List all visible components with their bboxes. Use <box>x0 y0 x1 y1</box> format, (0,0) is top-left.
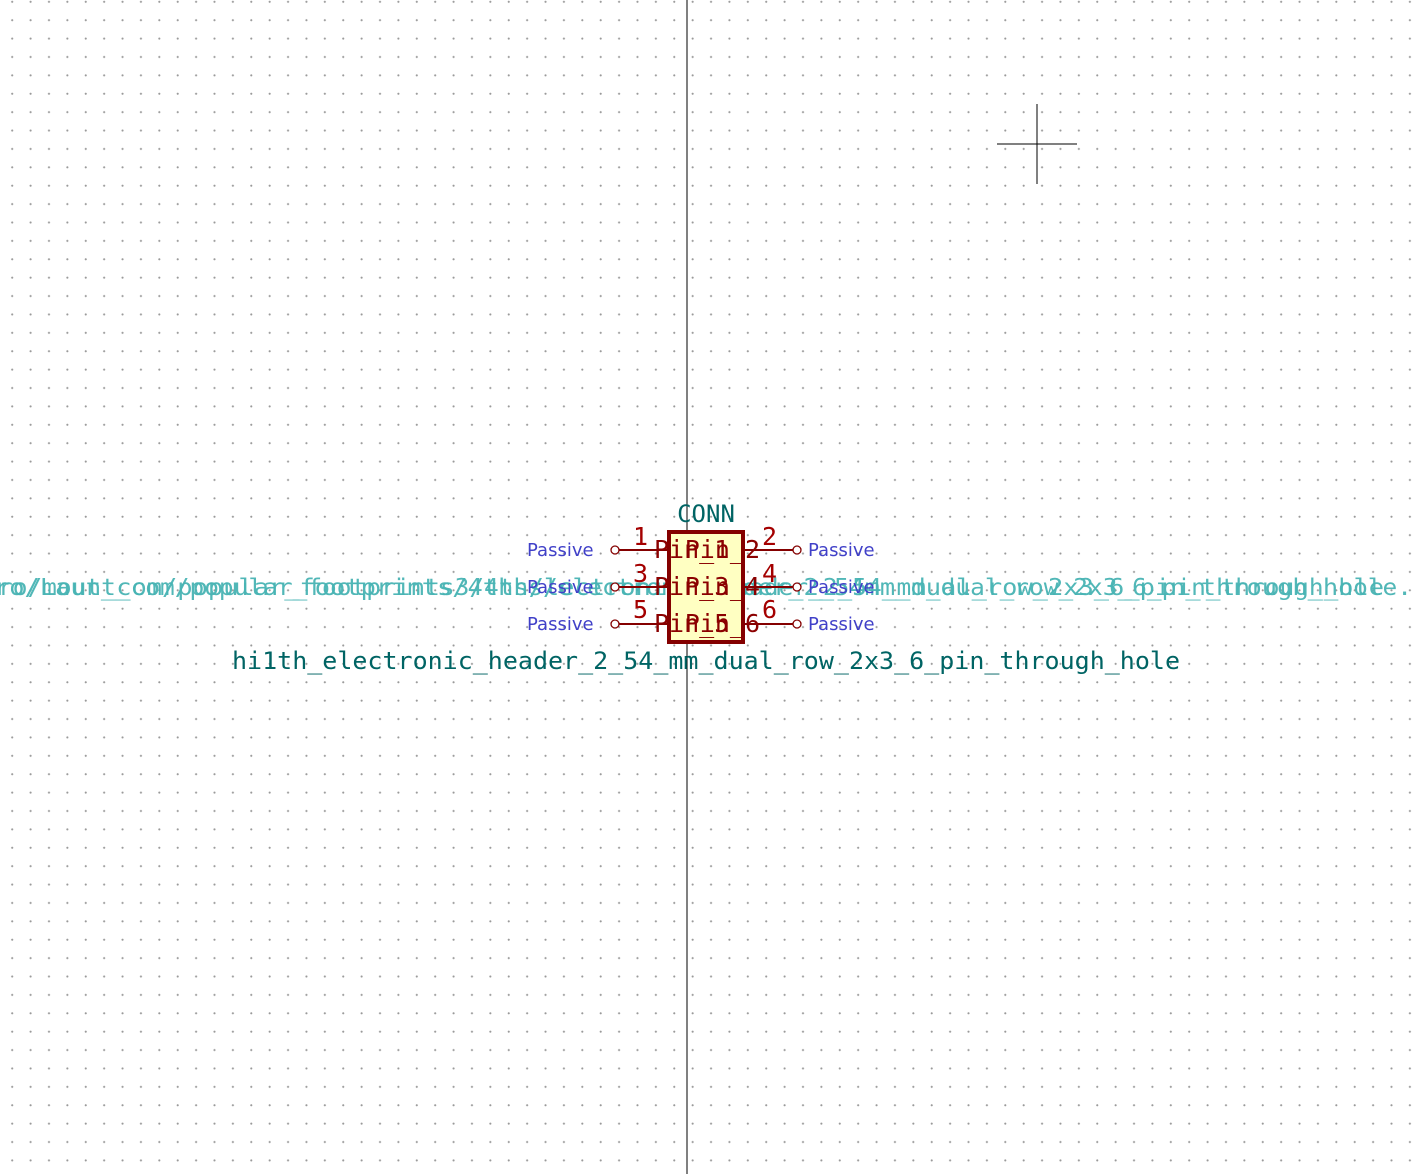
pin-5-number[interactable]: 5 <box>633 595 648 624</box>
pin-2-name[interactable]: Pin_2 <box>685 535 760 564</box>
pin-5-type: Passive <box>527 614 594 635</box>
pin-6-number[interactable]: 6 <box>762 595 777 624</box>
pin-4-number[interactable]: 4 <box>762 559 777 588</box>
pin-3-number[interactable]: 3 <box>633 559 648 588</box>
cursor-crosshair-icon <box>997 104 1077 184</box>
pin-2-number[interactable]: 2 <box>762 522 777 551</box>
pin-6-name[interactable]: Pin_6 <box>685 609 760 638</box>
pin-3-type: Passive <box>527 577 594 598</box>
pin-1-type: Passive <box>527 540 594 561</box>
pin-2-type: Passive <box>808 540 875 561</box>
pin-4-type: Passive <box>808 577 875 598</box>
symbol-editor-drawing: ro/mount_com/popular_footprints3/4ths/el… <box>0 0 1412 1174</box>
pin-6-type: Passive <box>808 614 875 635</box>
value-field[interactable]: hi1th_electronic_header_2_54_mm_dual_row… <box>232 647 1180 675</box>
reference-field[interactable]: CONN <box>677 500 735 528</box>
pin-1-number[interactable]: 1 <box>633 522 648 551</box>
pin-4-name[interactable]: Pin_4 <box>685 572 760 601</box>
